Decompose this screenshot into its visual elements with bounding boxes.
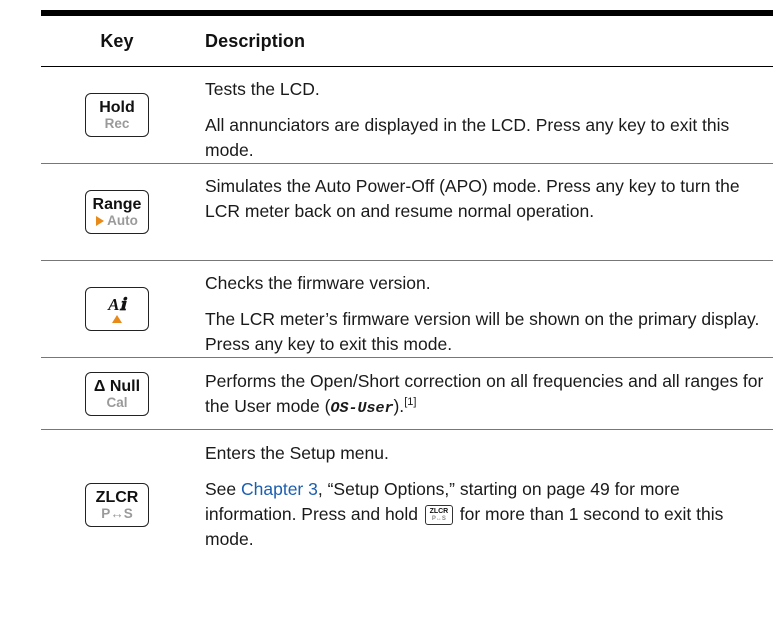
table-row: Δ Null Cal Performs the Open/Short corre… [41, 358, 773, 430]
table-row: Hold Rec Tests the LCD. All annunciators… [41, 67, 773, 164]
null-cal-key-icon: Δ Null Cal [85, 371, 149, 416]
header-key: Key [100, 30, 134, 51]
range-auto-key-icon: Range Auto [85, 190, 149, 234]
description-paragraph: All annunciators are displayed in the LC… [205, 115, 730, 160]
mini-key-bottom: P↔S [431, 515, 446, 522]
table-row: Range Auto Simulates the Auto Power-Off … [41, 164, 773, 261]
header-description: Description [205, 30, 306, 51]
arrow-right-icon [96, 216, 105, 227]
chapter-3-link[interactable]: Chapter 3 [241, 479, 318, 499]
description-paragraph: The LCR meter’s firmware version will be… [205, 309, 760, 354]
key-top-label: Δ Null [93, 377, 141, 395]
page: Key Description Hold Rec Tests the LCD. … [0, 0, 773, 632]
key-cell: Hold Rec [41, 67, 193, 163]
description-cell: Performs the Open/Short correction on al… [193, 358, 773, 429]
description-paragraph: Enters the Setup menu. [205, 443, 389, 463]
zlcr-key-icon: ZLCR P↔S [85, 483, 149, 527]
description-paragraph: Tests the LCD. [205, 79, 320, 99]
footnote-ref[interactable]: [1] [404, 396, 416, 408]
description-cell: Enters the Setup menu. See Chapter 3, “S… [193, 430, 773, 580]
key-bottom-label: Rec [104, 116, 130, 131]
description-text: Performs the Open/Short correction on al… [205, 371, 764, 416]
key-bottom-row: Auto [96, 213, 138, 228]
hold-rec-key-icon: Hold Rec [85, 93, 149, 137]
description-paragraph: See Chapter 3, “Setup Options,” starting… [205, 477, 773, 552]
key-cell: Aℹ [41, 261, 193, 357]
key-top-label: ZLCR [95, 489, 139, 506]
description-paragraph: Performs the Open/Short correction on al… [205, 369, 773, 421]
info-key-icon: Aℹ [85, 287, 149, 331]
see-prefix: See [205, 479, 241, 499]
description-paragraph: Simulates the Auto Power-Off (APO) mode.… [205, 176, 740, 221]
os-user-display-text: OS-User [330, 400, 394, 417]
key-bottom-label: Auto [107, 213, 138, 228]
key-description-table: Key Description Hold Rec Tests the LCD. … [41, 10, 773, 580]
key-top-label: Range [92, 196, 142, 213]
description-cell: Tests the LCD. All annunciators are disp… [193, 67, 773, 163]
table-row: Aℹ Checks the firmware version. The LCR … [41, 261, 773, 358]
table-row: ZLCR P↔S Enters the Setup menu. See Chap… [41, 430, 773, 580]
description-cell: Checks the firmware version. The LCR met… [193, 261, 773, 357]
key-bottom-label: P↔S [101, 506, 133, 521]
description-paragraph: Checks the firmware version. [205, 273, 431, 293]
key-cell: Δ Null Cal [41, 358, 193, 429]
key-cell: ZLCR P↔S [41, 430, 193, 580]
table-header: Key Description [41, 16, 773, 67]
description-text-end: ). [393, 396, 405, 416]
key-cell: Range Auto [41, 164, 193, 260]
key-top-label: Aℹ [108, 294, 126, 314]
zlcr-mini-key-icon: ZLCR P↔S [424, 505, 453, 526]
key-bottom-label: Cal [106, 394, 128, 410]
key-top-label: Hold [99, 99, 135, 116]
description-cell: Simulates the Auto Power-Off (APO) mode.… [193, 164, 773, 260]
mini-key-top: ZLCR [429, 507, 449, 515]
arrow-up-icon [112, 314, 122, 323]
